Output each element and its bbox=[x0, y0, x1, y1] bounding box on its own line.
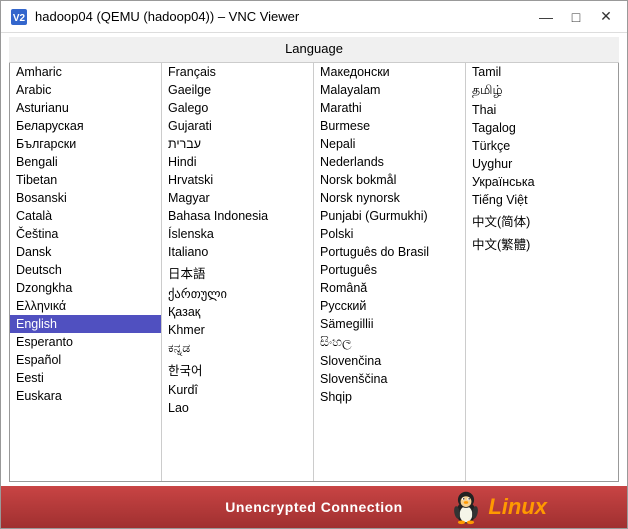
language-item[interactable]: Русский bbox=[314, 297, 465, 315]
language-item[interactable]: Norsk bokmål bbox=[314, 171, 465, 189]
language-item[interactable]: 中文(简体) bbox=[466, 209, 618, 232]
language-item[interactable]: Български bbox=[10, 135, 161, 153]
language-item[interactable]: Tiếng Việt bbox=[466, 191, 618, 209]
language-item[interactable]: Magyar bbox=[162, 189, 313, 207]
close-button[interactable]: ✕ bbox=[593, 7, 619, 27]
language-item[interactable]: 한국어 bbox=[162, 358, 313, 381]
language-item[interactable]: Arabic bbox=[10, 81, 161, 99]
language-item[interactable]: Tamil bbox=[466, 63, 618, 81]
language-item[interactable]: Íslenska bbox=[162, 225, 313, 243]
language-item[interactable]: ქართული bbox=[162, 284, 313, 303]
language-item[interactable]: Қазақ bbox=[162, 303, 313, 321]
language-item[interactable]: 日本語 bbox=[162, 261, 313, 284]
language-item[interactable]: Dansk bbox=[10, 243, 161, 261]
language-item[interactable]: Asturianu bbox=[10, 99, 161, 117]
language-item[interactable]: English bbox=[10, 315, 161, 333]
language-item[interactable]: עברית bbox=[162, 135, 313, 153]
language-item[interactable]: Esperanto bbox=[10, 333, 161, 351]
language-item[interactable]: Tibetan bbox=[10, 171, 161, 189]
svg-text:V2: V2 bbox=[13, 13, 26, 24]
language-item[interactable]: Uyghur bbox=[466, 155, 618, 173]
language-item[interactable]: Hindi bbox=[162, 153, 313, 171]
language-item[interactable]: Čeština bbox=[10, 225, 161, 243]
language-item[interactable]: Português do Brasil bbox=[314, 243, 465, 261]
maximize-button[interactable]: □ bbox=[563, 7, 589, 27]
language-item[interactable]: සිංහල bbox=[314, 333, 465, 352]
language-item[interactable]: Lao bbox=[162, 399, 313, 417]
language-item[interactable]: Italiano bbox=[162, 243, 313, 261]
language-container: Language AmharicArabicAsturianuБеларуска… bbox=[1, 33, 627, 486]
language-item[interactable]: Punjabi (Gurmukhi) bbox=[314, 207, 465, 225]
language-item[interactable]: Kurdî bbox=[162, 381, 313, 399]
language-item[interactable]: Burmese bbox=[314, 117, 465, 135]
language-column-2: МакедонскиMalayalamMarathiBurmeseNepaliN… bbox=[314, 63, 466, 481]
linux-logo: Linux bbox=[488, 494, 547, 520]
language-item[interactable] bbox=[466, 287, 618, 291]
language-item[interactable]: தமிழ் bbox=[466, 81, 618, 101]
language-item[interactable]: Português bbox=[314, 261, 465, 279]
minimize-button[interactable]: — bbox=[533, 7, 559, 27]
language-item[interactable]: Eesti bbox=[10, 369, 161, 387]
language-item[interactable]: Slovenščina bbox=[314, 370, 465, 388]
status-bar: Unencrypted Connection bbox=[1, 486, 627, 528]
language-item[interactable]: Marathi bbox=[314, 99, 465, 117]
language-item[interactable]: Bosanski bbox=[10, 189, 161, 207]
language-item[interactable]: Slovenčina bbox=[314, 352, 465, 370]
language-item[interactable]: Norsk nynorsk bbox=[314, 189, 465, 207]
language-header: Language bbox=[9, 37, 619, 63]
language-item[interactable]: Galego bbox=[162, 99, 313, 117]
window-controls: — □ ✕ bbox=[533, 7, 619, 27]
language-item[interactable]: 中文(繁體) bbox=[466, 232, 618, 255]
app-icon: V2 bbox=[9, 7, 29, 27]
language-item[interactable]: Français bbox=[162, 63, 313, 81]
language-grid: AmharicArabicAsturianuБеларускаяБългарск… bbox=[9, 63, 619, 482]
status-icons: Linux bbox=[448, 489, 547, 525]
language-item[interactable]: Català bbox=[10, 207, 161, 225]
connection-status: Unencrypted Connection bbox=[225, 499, 402, 515]
language-item[interactable]: Nederlands bbox=[314, 153, 465, 171]
language-item[interactable]: Українська bbox=[466, 173, 618, 191]
language-item[interactable]: Polski bbox=[314, 225, 465, 243]
language-item[interactable]: Tagalog bbox=[466, 119, 618, 137]
language-column-3: Tamilதமிழ்ThaiTagalogTürkçeUyghurУкраїнс… bbox=[466, 63, 618, 481]
title-bar: V2 hadoop04 (QEMU (hadoop04)) – VNC View… bbox=[1, 1, 627, 33]
language-column-0: AmharicArabicAsturianuБеларускаяБългарск… bbox=[10, 63, 162, 481]
language-item[interactable]: Euskara bbox=[10, 387, 161, 405]
language-item[interactable]: Thai bbox=[466, 101, 618, 119]
language-item[interactable]: Ελληνικά bbox=[10, 297, 161, 315]
language-item[interactable]: Shqip bbox=[314, 388, 465, 406]
language-item[interactable]: ಕನ್ನಡ bbox=[162, 339, 313, 358]
language-item[interactable]: Türkçe bbox=[466, 137, 618, 155]
language-item[interactable]: Amharic bbox=[10, 63, 161, 81]
language-item[interactable]: Dzongkha bbox=[10, 279, 161, 297]
language-item[interactable]: Español bbox=[10, 351, 161, 369]
language-item[interactable]: Nepali bbox=[314, 135, 465, 153]
language-item[interactable]: Bengali bbox=[10, 153, 161, 171]
language-item[interactable]: Македонски bbox=[314, 63, 465, 81]
language-item[interactable]: Bahasa Indonesia bbox=[162, 207, 313, 225]
language-item[interactable]: Hrvatski bbox=[162, 171, 313, 189]
language-item[interactable]: Deutsch bbox=[10, 261, 161, 279]
language-column-1: FrançaisGaeilgeGalegoGujaratiעבריתHindiH… bbox=[162, 63, 314, 481]
window-title: hadoop04 (QEMU (hadoop04)) – VNC Viewer bbox=[35, 9, 533, 24]
language-item[interactable]: Gujarati bbox=[162, 117, 313, 135]
language-item[interactable]: Беларуская bbox=[10, 117, 161, 135]
language-item[interactable]: Sämegillii bbox=[314, 315, 465, 333]
main-content: Language AmharicArabicAsturianuБеларуска… bbox=[1, 33, 627, 486]
language-item[interactable]: Gaeilge bbox=[162, 81, 313, 99]
tux-icon bbox=[448, 489, 484, 525]
language-item[interactable]: Malayalam bbox=[314, 81, 465, 99]
language-item[interactable]: Română bbox=[314, 279, 465, 297]
language-item[interactable]: Khmer bbox=[162, 321, 313, 339]
vnc-viewer-window: V2 hadoop04 (QEMU (hadoop04)) – VNC View… bbox=[0, 0, 628, 529]
